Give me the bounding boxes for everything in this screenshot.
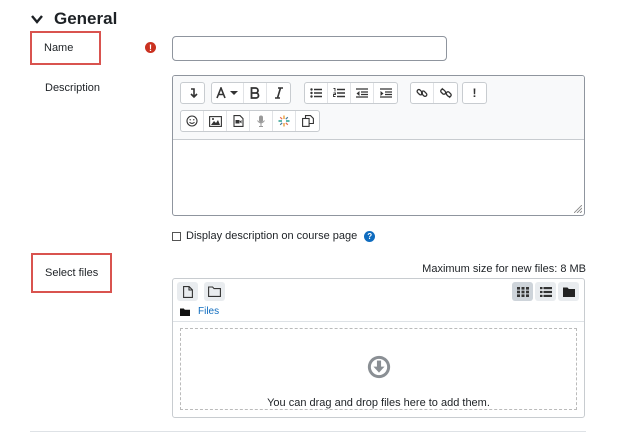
link-icon[interactable] bbox=[411, 83, 434, 103]
display-description-label[interactable]: Display description on course page bbox=[186, 230, 357, 242]
toolbar-group-lists bbox=[304, 82, 398, 104]
download-arrow-icon bbox=[367, 355, 390, 379]
required-icon: ! bbox=[145, 42, 156, 53]
toolbar-group-links bbox=[410, 82, 458, 104]
filemanager: Files You can drag and drop files here t… bbox=[172, 278, 585, 418]
numbered-list-icon[interactable] bbox=[328, 83, 351, 103]
file-dropzone[interactable]: You can drag and drop files here to add … bbox=[180, 328, 577, 410]
font-color-icon[interactable] bbox=[212, 83, 244, 103]
name-input[interactable] bbox=[172, 36, 447, 61]
tree-view-icon[interactable] bbox=[558, 282, 579, 301]
display-description-row: Display description on course page ? bbox=[172, 230, 376, 242]
display-description-checkbox[interactable] bbox=[172, 231, 181, 241]
microphone-icon[interactable] bbox=[250, 111, 273, 131]
emoji-icon[interactable] bbox=[181, 111, 204, 131]
media-icon[interactable] bbox=[227, 111, 250, 131]
paragraph-return-icon[interactable] bbox=[181, 83, 204, 103]
toolbar-group-style bbox=[180, 82, 205, 104]
drop-instructions: You can drag and drop files here to add … bbox=[267, 397, 490, 409]
exclamation-glyph: ! bbox=[472, 86, 477, 100]
section-divider bbox=[30, 431, 586, 432]
indent-icon[interactable] bbox=[374, 83, 397, 103]
copy-icon[interactable] bbox=[296, 111, 319, 131]
filemanager-toolbar: Files bbox=[173, 279, 584, 322]
max-size-text: Maximum size for new files: 8 MB bbox=[422, 263, 586, 275]
select-files-label-text: Select files bbox=[45, 267, 99, 279]
add-file-icon[interactable] bbox=[177, 282, 198, 301]
editor-toolbar: ! bbox=[173, 76, 584, 140]
folder-icon bbox=[180, 308, 190, 316]
files-path-link[interactable]: Files bbox=[198, 306, 219, 317]
name-label: Name bbox=[30, 31, 101, 65]
description-label: Description bbox=[45, 82, 101, 94]
help-symbol: ? bbox=[367, 231, 373, 241]
chevron-down-icon[interactable] bbox=[30, 12, 44, 26]
description-editor: ! bbox=[172, 75, 585, 216]
italic-icon[interactable] bbox=[267, 83, 290, 103]
name-label-text: Name bbox=[44, 42, 74, 54]
bold-icon[interactable] bbox=[244, 83, 267, 103]
select-files-label: Select files bbox=[31, 253, 112, 293]
toolbar-group-insert bbox=[180, 110, 320, 132]
bullet-list-icon[interactable] bbox=[305, 83, 328, 103]
image-icon[interactable] bbox=[204, 111, 227, 131]
section-title: General bbox=[54, 9, 118, 28]
toolbar-group-format bbox=[211, 82, 291, 104]
video-record-icon[interactable] bbox=[273, 111, 296, 131]
filemanager-path: Files bbox=[180, 306, 219, 317]
exclamation-icon[interactable]: ! bbox=[463, 83, 486, 103]
outdent-icon[interactable] bbox=[351, 83, 374, 103]
editor-content-area[interactable] bbox=[173, 140, 584, 215]
grid-view-icon[interactable] bbox=[512, 282, 533, 301]
question-circle-icon[interactable]: ? bbox=[364, 230, 376, 242]
resize-handle-icon[interactable] bbox=[574, 205, 582, 213]
list-view-icon[interactable] bbox=[535, 282, 556, 301]
unlink-icon[interactable] bbox=[434, 83, 457, 103]
section-header-general[interactable]: General bbox=[30, 8, 117, 30]
toolbar-group-misc: ! bbox=[462, 82, 487, 104]
create-folder-icon[interactable] bbox=[204, 282, 225, 301]
required-icon-symbol: ! bbox=[149, 42, 152, 53]
